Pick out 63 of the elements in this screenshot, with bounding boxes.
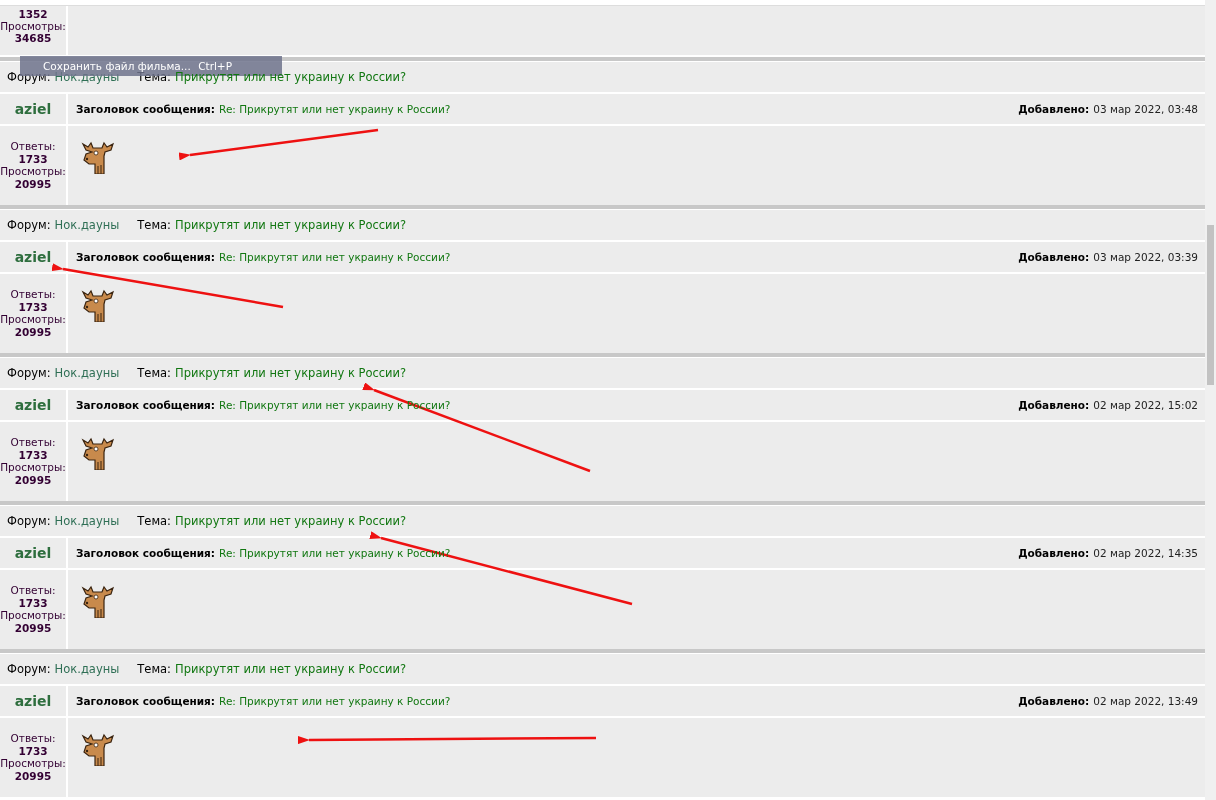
added-label: Добавлено: <box>1018 695 1090 707</box>
author-name[interactable]: aziel <box>14 693 52 709</box>
replies-label: Ответы: <box>10 140 56 153</box>
replies-label: Ответы: <box>10 732 56 745</box>
subject-label: Заголовок сообщения: <box>76 547 216 559</box>
replies-count: 1733 <box>18 300 48 313</box>
forum-link[interactable]: Нок.дауны <box>54 218 120 232</box>
views-count: 20995 <box>14 769 52 782</box>
subject-link[interactable]: Re: Прикрутят или нет украину к России? <box>219 695 451 707</box>
topic-link[interactable]: Прикрутят или нет украину к России? <box>175 366 407 380</box>
added-label: Добавлено: <box>1018 251 1090 263</box>
topic-link[interactable]: Прикрутят или нет украину к России? <box>175 218 407 232</box>
subject-label: Заголовок сообщения: <box>76 695 216 707</box>
forum-label: Форум: <box>7 514 51 528</box>
forum-link[interactable]: Нок.дауны <box>54 366 120 380</box>
forum-link[interactable]: Нок.дауны <box>54 514 120 528</box>
topic-link[interactable]: Прикрутят или нет украину к России? <box>175 514 407 528</box>
author-name[interactable]: aziel <box>14 249 52 265</box>
subject-label: Заголовок сообщения: <box>76 399 216 411</box>
views-count: 20995 <box>14 473 52 486</box>
subject-link[interactable]: Re: Прикрутят или нет украину к России? <box>219 103 451 115</box>
added-label: Добавлено: <box>1018 399 1090 411</box>
forum-link[interactable]: Нок.дауны <box>54 662 120 676</box>
views-label: Просмотры: <box>0 609 66 622</box>
views-label: Просмотры: <box>0 20 66 32</box>
post-date: 02 мар 2022, 13:49 <box>1093 695 1198 707</box>
forum-label: Форум: <box>7 218 51 232</box>
subject-label: Заголовок сообщения: <box>76 103 216 115</box>
replies-count: 1352 <box>18 8 48 20</box>
views-count: 34685 <box>14 32 52 44</box>
added-label: Добавлено: <box>1018 547 1090 559</box>
post-date: 02 мар 2022, 15:02 <box>1093 399 1198 411</box>
forum-label: Форум: <box>7 366 51 380</box>
views-count: 20995 <box>14 325 52 338</box>
views-label: Просмотры: <box>0 313 66 326</box>
replies-count: 1733 <box>18 596 48 609</box>
topic-label: Тема: <box>137 218 171 232</box>
topic-label: Тема: <box>137 366 171 380</box>
post-date: 02 мар 2022, 14:35 <box>1093 547 1198 559</box>
replies-count: 1733 <box>18 448 48 461</box>
post-date: 03 мар 2022, 03:39 <box>1093 251 1198 263</box>
replies-label: Ответы: <box>10 584 56 597</box>
views-label: Просмотры: <box>0 461 66 474</box>
author-name[interactable]: aziel <box>14 101 52 117</box>
topic-link[interactable]: Прикрутят или нет украину к России? <box>175 662 407 676</box>
topic-label: Тема: <box>137 514 171 528</box>
subject-link[interactable]: Re: Прикрутят или нет украину к России? <box>219 251 451 263</box>
topic-label: Тема: <box>137 662 171 676</box>
scrollbar[interactable] <box>1205 0 1216 800</box>
author-name[interactable]: aziel <box>14 397 52 413</box>
forum-label: Форум: <box>7 662 51 676</box>
author-name[interactable]: aziel <box>14 545 52 561</box>
replies-label: Ответы: <box>10 436 56 449</box>
added-label: Добавлено: <box>1018 103 1090 115</box>
replies-label: Ответы: <box>10 288 56 301</box>
post-date: 03 мар 2022, 03:48 <box>1093 103 1198 115</box>
views-count: 20995 <box>14 177 52 190</box>
replies-count: 1733 <box>18 744 48 757</box>
views-label: Просмотры: <box>0 165 66 178</box>
replies-count: 1733 <box>18 152 48 165</box>
views-label: Просмотры: <box>0 757 66 770</box>
subject-label: Заголовок сообщения: <box>76 251 216 263</box>
views-count: 20995 <box>14 621 52 634</box>
